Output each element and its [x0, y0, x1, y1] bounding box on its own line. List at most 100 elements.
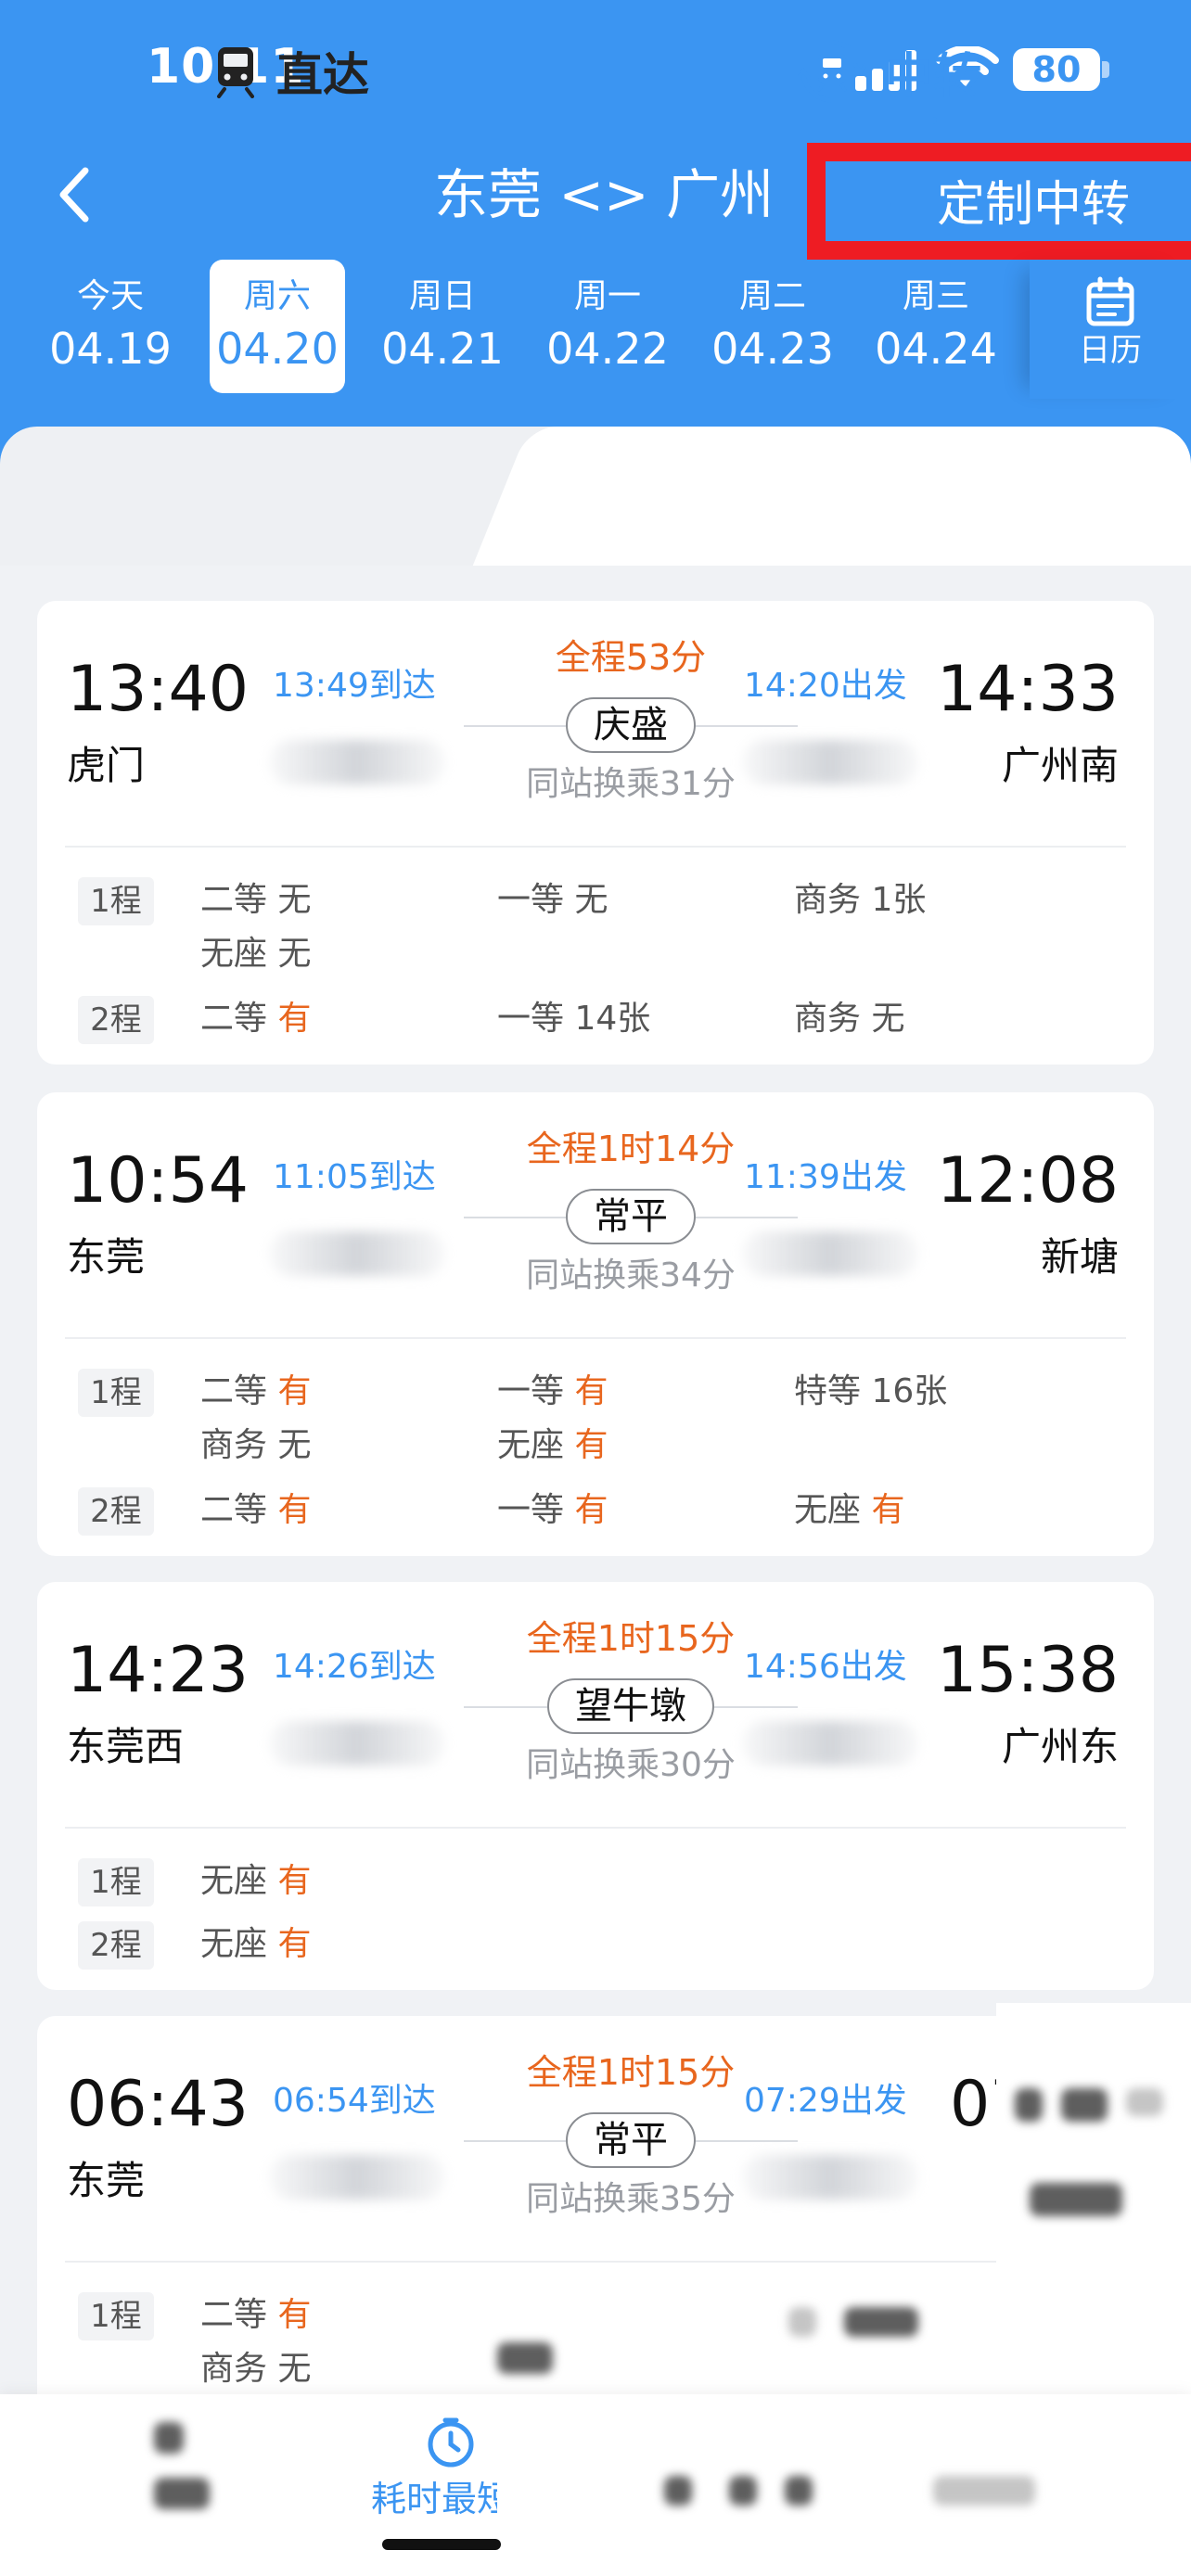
sort-fastest-button[interactable]: 耗时最短	[371, 2476, 512, 2522]
date-weekday: 周二	[738, 277, 806, 315]
home-indicator	[382, 2539, 501, 2550]
train-number-blurred	[269, 740, 445, 784]
calendar-label: 日历	[1079, 332, 1142, 369]
seat-info: 一等 14张	[497, 1000, 651, 1038]
train-number-blurred	[742, 1721, 918, 1766]
transfer-station: 常平	[519, 2112, 742, 2168]
tab-direct-content: 直达	[215, 39, 369, 104]
leg1-tag: 1程	[78, 877, 154, 925]
date-value: 04.19	[49, 324, 172, 374]
list-background	[0, 566, 1191, 593]
arrival-station: 广州东	[1001, 1724, 1119, 1769]
train-icon	[217, 47, 254, 98]
date-weekday: 今天	[76, 277, 144, 315]
leg1-arrival: 06:54到达	[273, 2082, 436, 2120]
leg1-tag: 1程	[78, 1369, 154, 1417]
obscured-region	[154, 2478, 210, 2509]
train-number-blurred	[269, 1721, 445, 1766]
date-weekday: 周日	[408, 277, 476, 315]
transfer-train-icon	[798, 40, 866, 103]
seat-info: 二等 有	[200, 2296, 312, 2334]
departure-station: 虎门	[67, 743, 146, 788]
seat-info: 特等 16张	[794, 1372, 948, 1410]
nav-bar: 东莞 <> 广州 定制中转	[0, 139, 1191, 260]
leg1-arrival: 11:05到达	[273, 1158, 436, 1196]
date-value: 04.21	[381, 324, 504, 374]
leg1-tag: 1程	[78, 2292, 154, 2340]
departure-station: 东莞西	[67, 1724, 185, 1769]
card-divider	[65, 846, 1126, 848]
seat-info: 二等 无	[200, 881, 312, 919]
seat-info: 二等 有	[200, 1372, 312, 1410]
leg1-arrival: 14:26到达	[273, 1648, 436, 1686]
route-card[interactable]: 14:23 东莞西 14:26到达 全程1时15分 望牛墩 同站换乘30分 14…	[37, 1582, 1154, 1990]
departure-time: 14:23	[67, 1634, 249, 1707]
date-value: 04.24	[875, 324, 997, 374]
obscured-region	[497, 2394, 1191, 2576]
train-number-blurred	[742, 740, 918, 784]
leg1-tag: 1程	[78, 1858, 154, 1906]
tab-active-indicator	[848, 117, 937, 124]
leg2-departure: 07:29出发	[744, 2082, 907, 2120]
seat-info: 商务 无	[200, 2350, 312, 2388]
back-arrow-icon[interactable]	[46, 158, 102, 232]
seat-info: 无座 无	[200, 935, 312, 973]
bottom-sort-bar: 耗时最短	[0, 2394, 1191, 2576]
transfer-station-label: 庆盛	[566, 697, 696, 753]
date-item-5[interactable]: 周三 04.24	[868, 260, 1004, 393]
date-item-3[interactable]: 周一 04.22	[540, 260, 675, 393]
transfer-station-label: 望牛墩	[547, 1678, 714, 1734]
date-value: 04.22	[546, 324, 669, 374]
arrival-station: 新塘	[1040, 1234, 1119, 1280]
obscured-region	[497, 2342, 553, 2374]
leg2-departure: 11:39出发	[744, 1158, 907, 1196]
arrival-time: 14:33	[937, 653, 1119, 726]
leg2-tag: 2程	[78, 996, 154, 1044]
seat-info: 商务 无	[794, 1000, 905, 1038]
train-number-blurred	[742, 2155, 918, 2200]
seat-info: 无座 有	[794, 1491, 905, 1529]
arrival-station: 广州南	[1001, 743, 1119, 788]
seat-info: 商务 无	[200, 1426, 312, 1464]
route-card[interactable]: 10:54 东莞 11:05到达 全程1时14分 常平 同站换乘34分 11:3…	[37, 1092, 1154, 1556]
card-divider	[65, 1337, 1126, 1339]
tab-transfer-label: 中转	[885, 48, 982, 105]
date-value: 04.23	[711, 324, 834, 374]
departure-time: 10:54	[67, 1144, 249, 1218]
calendar-button[interactable]: 日历	[1030, 260, 1191, 399]
train-number-blurred	[269, 1231, 445, 1276]
date-weekday: 周六	[243, 277, 311, 315]
card-divider	[65, 1827, 1126, 1829]
date-item-2[interactable]: 周日 04.21	[375, 260, 510, 393]
tab-transfer-content: 中转	[798, 37, 981, 106]
seat-info: 二等 有	[200, 1000, 312, 1038]
arrival-time: 12:08	[937, 1144, 1119, 1218]
date-weekday: 周一	[573, 277, 641, 315]
app-screen: 10:11 80 东莞 <> 广州 定制中转 今天 04.19	[0, 0, 1191, 2576]
departure-station: 东莞	[67, 2158, 146, 2203]
seat-info: 商务 1张	[794, 881, 927, 919]
route-card[interactable]: 13:40 虎门 13:49到达 全程53分 庆盛 同站换乘31分 14:20出…	[37, 601, 1154, 1065]
transfer-station-label: 常平	[566, 1189, 696, 1244]
departure-time: 06:43	[67, 2068, 249, 2141]
date-item-1-selected[interactable]: 周六 04.20	[210, 260, 345, 393]
mode-tabs	[0, 427, 1191, 566]
seat-info: 无座 有	[497, 1426, 608, 1464]
leg2-tag: 2程	[78, 1487, 154, 1536]
seat-info: 一等 有	[497, 1372, 608, 1410]
status-bar: 10:11 80	[0, 0, 1191, 139]
custom-transfer-button[interactable]: 定制中转	[937, 174, 1130, 236]
leg2-departure: 14:20出发	[744, 667, 907, 705]
calendar-icon	[1086, 276, 1134, 326]
departure-station: 东莞	[67, 1234, 146, 1280]
tab-transfer[interactable]	[557, 427, 1191, 566]
date-value: 04.20	[216, 324, 339, 374]
seat-info: 无座 有	[200, 1925, 312, 1963]
battery-tip	[1102, 61, 1109, 78]
tab-direct-label: 直达	[276, 48, 369, 102]
date-item-0[interactable]: 今天 04.19	[43, 260, 178, 393]
seat-info: 无座 有	[200, 1862, 312, 1900]
battery-icon: 80	[1013, 48, 1100, 91]
date-item-4[interactable]: 周二 04.23	[705, 260, 840, 393]
date-selector: 今天 04.19 周六 04.20 周日 04.21 周一 04.22 周二 0…	[0, 260, 1191, 399]
